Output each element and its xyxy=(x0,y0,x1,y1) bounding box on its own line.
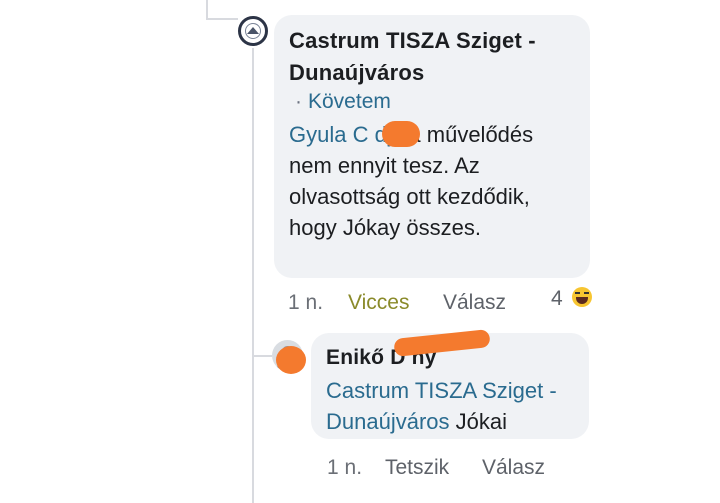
reply-wrap: Válasz xyxy=(443,289,506,317)
reaction-label-wrap: Vicces xyxy=(348,289,409,317)
avatar-castrum[interactable] xyxy=(238,16,268,46)
reply-text-block: Castrum TISZA Sziget - Dunaújváros Jókai xyxy=(326,375,581,437)
redaction-mark xyxy=(382,121,420,147)
reply-timestamp-wrap: 1 n. xyxy=(327,454,362,482)
like-button[interactable]: Tetszik xyxy=(385,456,449,479)
comment-author[interactable]: Castrum TISZA Sziget - Dunaújváros xyxy=(289,25,579,89)
reply-text: Jókai xyxy=(455,409,507,434)
reaction-count[interactable]: 4 xyxy=(551,285,563,313)
follow-label[interactable]: Követem xyxy=(308,90,391,113)
dot-separator: · xyxy=(295,90,302,113)
reply-mention-link[interactable]: Castrum TISZA Sziget - Dunaújváros xyxy=(326,378,557,434)
mention-link[interactable]: Gyula C dy xyxy=(289,122,396,147)
avatar-logo-peak xyxy=(247,27,259,34)
reaction-vicces-button[interactable]: Vicces xyxy=(348,291,409,314)
thread-line-vertical xyxy=(252,48,254,503)
comment-actions: 1 n. xyxy=(288,289,323,317)
thread-line-top xyxy=(206,0,208,18)
comment-author-name[interactable]: Castrum TISZA Sziget - Dunaújváros xyxy=(289,28,536,85)
haha-emoji-icon[interactable] xyxy=(572,287,592,307)
reply-reply-button[interactable]: Válasz xyxy=(482,456,545,479)
thread-line-reply-elbow xyxy=(252,355,272,357)
reply-button[interactable]: Válasz xyxy=(443,291,506,314)
reply-reply-wrap: Válasz xyxy=(482,454,545,482)
comment-timestamp[interactable]: 1 n. xyxy=(288,291,323,314)
like-wrap: Tetszik xyxy=(385,454,449,482)
redaction-mark-avatar xyxy=(276,346,306,374)
comment-text-block: Gyula C dy, a művelődés nem ennyit tesz.… xyxy=(289,119,579,243)
thread-line-elbow xyxy=(206,18,238,20)
reply-timestamp[interactable]: 1 n. xyxy=(327,456,362,479)
follow-status[interactable]: · Követem xyxy=(295,88,391,116)
emoji-mouth xyxy=(576,297,588,304)
